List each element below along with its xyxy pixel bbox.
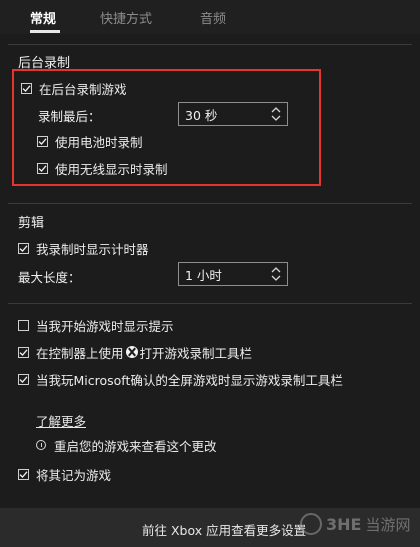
show-timer-option[interactable]: 我录制时显示计时器 xyxy=(18,238,149,258)
show-tips-checkbox[interactable] xyxy=(18,319,29,331)
divider xyxy=(8,44,412,45)
checkmark-icon xyxy=(19,375,28,383)
tab-general[interactable]: 常规 xyxy=(30,8,56,27)
spinner-arrows-icon xyxy=(271,267,281,281)
watermark: 3HE 当游网 xyxy=(300,513,410,535)
controller-toolbar-option[interactable]: 在控制器上使用 打开游戏录制工具栏 xyxy=(18,342,252,362)
checkmark-icon xyxy=(38,137,47,145)
xbox-logo-icon xyxy=(125,346,138,358)
record-last-label: 录制最后： xyxy=(38,109,101,124)
show-tips-option[interactable]: 当我开始游戏时显示提示 xyxy=(18,315,174,335)
checkmark-icon xyxy=(22,84,31,92)
controller-toolbar-checkbox[interactable] xyxy=(18,346,29,358)
record-on-battery-label: 使用电池时录制 xyxy=(55,134,143,150)
show-timer-label: 我录制时显示计时器 xyxy=(36,241,149,257)
restart-notice-text: 重启您的游戏来查看这个更改 xyxy=(54,438,217,454)
max-length-select[interactable]: 1 小时 xyxy=(178,262,288,286)
spinner-arrows-icon xyxy=(271,107,281,121)
checkmark-icon xyxy=(19,348,28,356)
remember-as-game-option[interactable]: 将其记为游戏 xyxy=(18,464,111,484)
record-on-wireless-display-checkbox[interactable] xyxy=(37,162,48,174)
controller-toolbar-label-pre: 在控制器上使用 xyxy=(36,345,124,361)
max-length-value: 1 小时 xyxy=(185,267,222,283)
remember-as-game-checkbox[interactable] xyxy=(18,468,29,480)
info-icon xyxy=(36,440,46,450)
record-last-select[interactable]: 30 秒 xyxy=(178,102,288,126)
active-tab-indicator xyxy=(30,30,60,33)
tab-bar: 常规 快捷方式 音频 xyxy=(0,0,420,34)
fullscreen-toolbar-option[interactable]: 当我玩Microsoft确认的全屏游戏时显示游戏录制工具栏 xyxy=(18,369,343,389)
tab-audio[interactable]: 音频 xyxy=(200,8,226,27)
record-on-wireless-display-option[interactable]: 使用无线显示时录制 xyxy=(37,158,168,178)
record-in-background-label: 在后台录制游戏 xyxy=(39,81,127,97)
record-in-background-option[interactable]: 在后台录制游戏 xyxy=(21,78,127,98)
record-on-wireless-display-label: 使用无线显示时录制 xyxy=(55,161,168,177)
clips-title: 剪辑 xyxy=(18,216,45,231)
checkmark-icon xyxy=(19,470,28,478)
divider xyxy=(8,203,412,204)
checkmark-icon xyxy=(38,164,47,172)
max-length-label: 最大长度： xyxy=(18,270,81,285)
checkmark-icon xyxy=(19,244,28,252)
record-last-value: 30 秒 xyxy=(185,107,218,123)
controller-toolbar-label-post: 打开游戏录制工具栏 xyxy=(139,345,253,361)
record-on-battery-checkbox[interactable] xyxy=(37,135,48,147)
tab-shortcuts[interactable]: 快捷方式 xyxy=(100,8,152,27)
watermark-brand: 3HE xyxy=(326,514,362,534)
fullscreen-toolbar-checkbox[interactable] xyxy=(18,373,29,385)
divider xyxy=(8,303,412,304)
show-tips-label: 当我开始游戏时显示提示 xyxy=(36,318,174,334)
learn-more-link[interactable]: 了解更多 xyxy=(36,411,86,430)
record-on-battery-option[interactable]: 使用电池时录制 xyxy=(37,131,143,151)
record-in-background-checkbox[interactable] xyxy=(21,82,32,94)
remember-as-game-label: 将其记为游戏 xyxy=(36,467,112,483)
watermark-logo-icon xyxy=(300,513,322,535)
show-timer-checkbox[interactable] xyxy=(18,242,29,254)
fullscreen-toolbar-label: 当我玩Microsoft确认的全屏游戏时显示游戏录制工具栏 xyxy=(36,372,343,388)
watermark-name: 当游网 xyxy=(365,515,411,534)
xbox-app-settings-link[interactable]: 前往 Xbox 应用查看更多设置 xyxy=(142,520,306,539)
restart-notice: 重启您的游戏来查看这个更改 xyxy=(36,435,217,455)
